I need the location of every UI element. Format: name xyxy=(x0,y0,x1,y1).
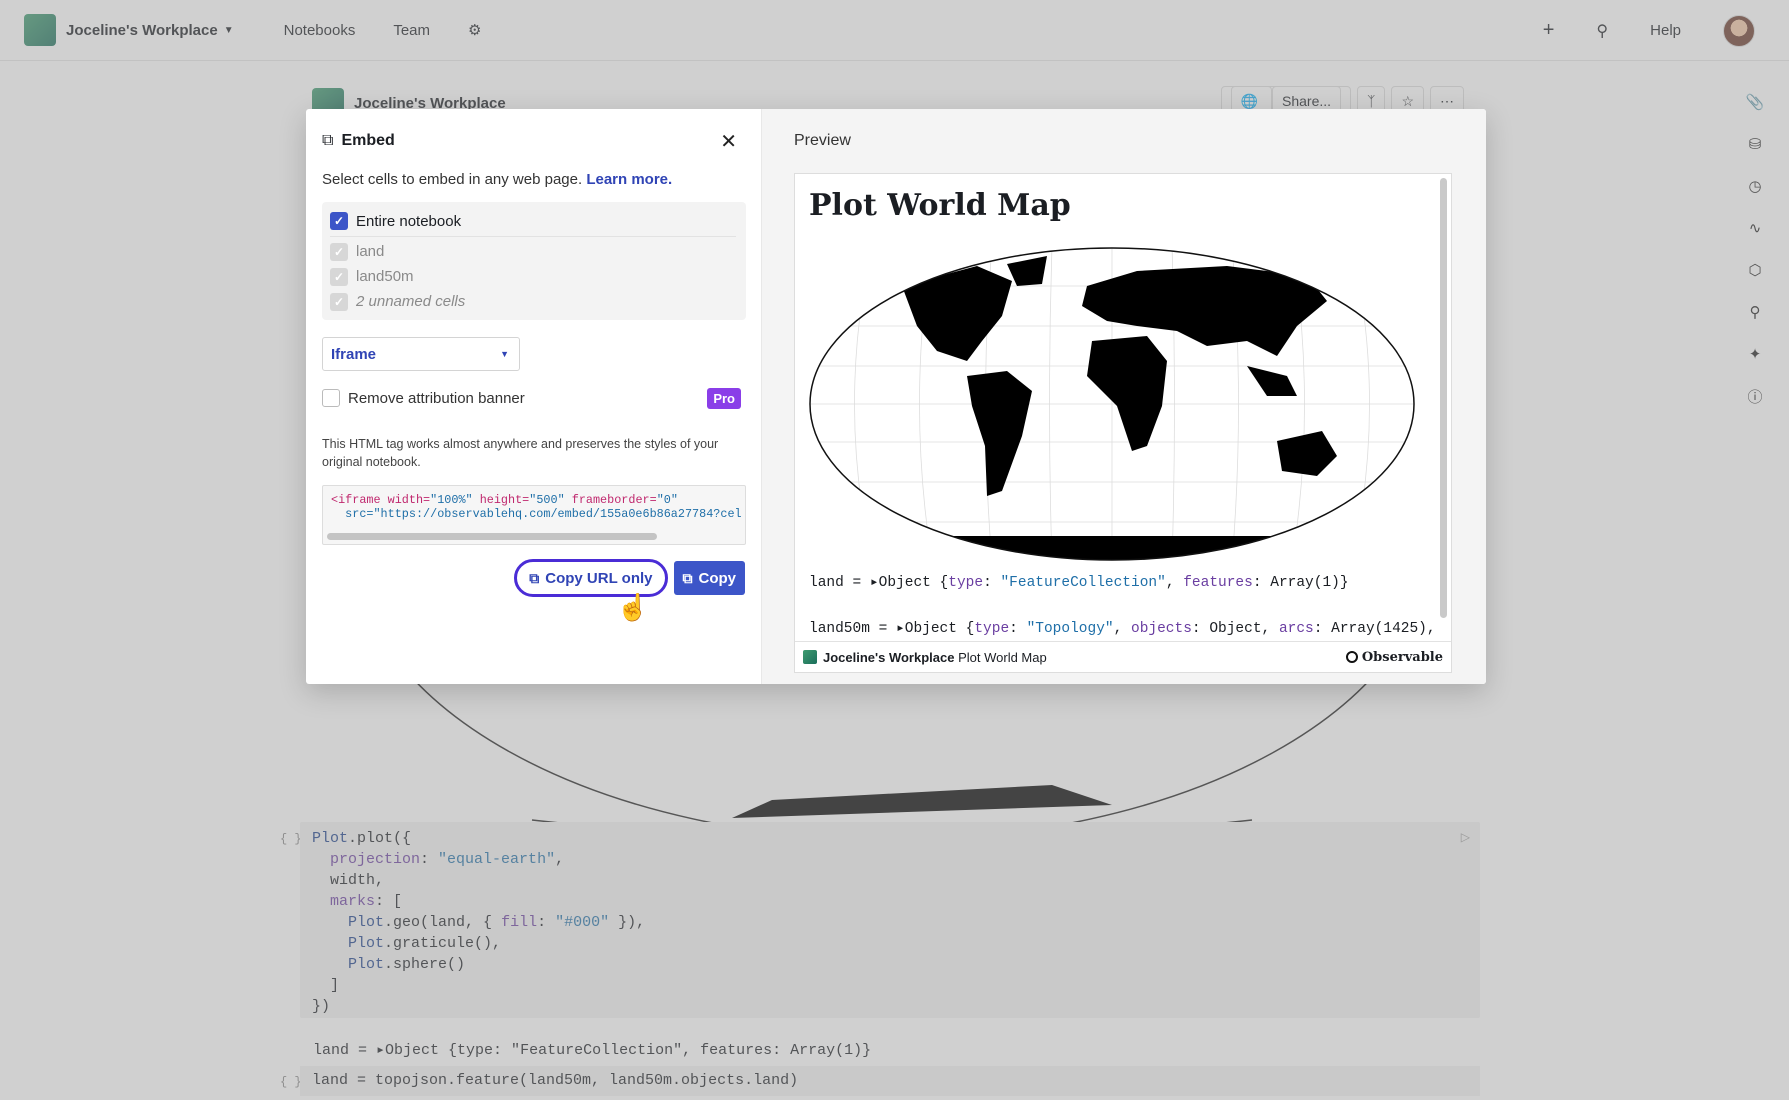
copy-icon: ⧉ xyxy=(322,132,334,149)
cell-label: 2 unnamed cells xyxy=(356,293,466,310)
checkbox-disabled-icon: ✓ xyxy=(330,242,348,261)
entire-notebook-label: Entire notebook xyxy=(356,212,462,230)
embed-code[interactable]: <iframe width="100%" height="500" frameb… xyxy=(331,493,742,521)
preview-pane: Preview Plot World Map land = ▸Object {t… xyxy=(762,109,1486,684)
copy-url-label: Copy URL only xyxy=(545,569,653,587)
select-value: Iframe xyxy=(331,345,377,363)
preview-frame[interactable]: Plot World Map land = ▸Object {type: "Fe… xyxy=(794,173,1452,673)
horizontal-scrollbar[interactable] xyxy=(327,533,657,540)
hand-cursor-icon: ☝ xyxy=(616,592,649,622)
checkbox-unchecked-icon[interactable] xyxy=(322,389,340,407)
pro-badge: Pro xyxy=(707,387,741,409)
preview-label: Preview xyxy=(794,132,851,149)
cell-option[interactable]: ✓ 2 unnamed cells xyxy=(330,289,736,314)
workspace-logo xyxy=(803,650,817,664)
entire-notebook-option[interactable]: ✓ Entire notebook xyxy=(330,206,736,237)
embed-code-box[interactable]: <iframe width="100%" height="500" frameb… xyxy=(322,485,746,545)
copy-button[interactable]: ⧉ Copy xyxy=(673,561,745,595)
preview-title: Plot World Map xyxy=(809,188,1071,223)
cell-label: land50m xyxy=(356,268,414,285)
preview-output: land = ▸Object {type: "FeatureCollection… xyxy=(809,575,1349,591)
world-map xyxy=(809,247,1415,561)
embed-description: This HTML tag works almost anywhere and … xyxy=(322,437,719,469)
copy-icon: ⧉ xyxy=(529,569,540,586)
checkbox-disabled-icon: ✓ xyxy=(330,267,348,286)
copy-icon: ⧉ xyxy=(682,569,693,586)
vertical-scrollbar[interactable] xyxy=(1440,178,1447,618)
preview-output: land50m = ▸Object {type: "Topology", obj… xyxy=(809,621,1436,637)
learn-more-link[interactable]: Learn more. xyxy=(586,171,672,188)
close-icon[interactable]: ✕ xyxy=(720,129,737,154)
observable-brand: Observable xyxy=(1345,649,1443,665)
cell-selector: ✓ Entire notebook ✓ land ✓ land50m ✓ 2 u… xyxy=(322,202,746,320)
embed-title: Embed xyxy=(341,132,395,149)
embed-modal: ⧉ Embed ✕ Select cells to embed in any w… xyxy=(306,109,1486,684)
checkbox-disabled-icon: ✓ xyxy=(330,292,348,311)
cell-option[interactable]: ✓ land50m xyxy=(330,264,736,289)
embed-settings-pane: ⧉ Embed ✕ Select cells to embed in any w… xyxy=(306,109,762,684)
embed-header: ⧉ Embed xyxy=(322,109,745,173)
embed-intro: Select cells to embed in any web page. L… xyxy=(322,171,745,188)
brand-text: Observable xyxy=(1361,649,1443,665)
preview-footer: Joceline's Workplace Plot World Map Obse… xyxy=(795,641,1451,672)
cell-option[interactable]: ✓ land xyxy=(330,239,736,264)
remove-banner-label: Remove attribution banner xyxy=(348,389,525,407)
footer-title: Plot World Map xyxy=(958,649,1047,665)
chevron-down-icon: ▼ xyxy=(500,349,509,359)
embed-format-select[interactable]: Iframe ▼ xyxy=(322,337,520,371)
copy-label: Copy xyxy=(698,569,737,587)
cell-label: land xyxy=(356,243,385,260)
observable-logo-icon xyxy=(1345,651,1358,663)
remove-banner-option[interactable]: Remove attribution banner Pro xyxy=(322,385,745,411)
checkbox-checked-icon[interactable]: ✓ xyxy=(330,212,348,230)
footer-workspace: Joceline's Workplace xyxy=(823,649,955,665)
intro-text: Select cells to embed in any web page. xyxy=(322,171,583,188)
